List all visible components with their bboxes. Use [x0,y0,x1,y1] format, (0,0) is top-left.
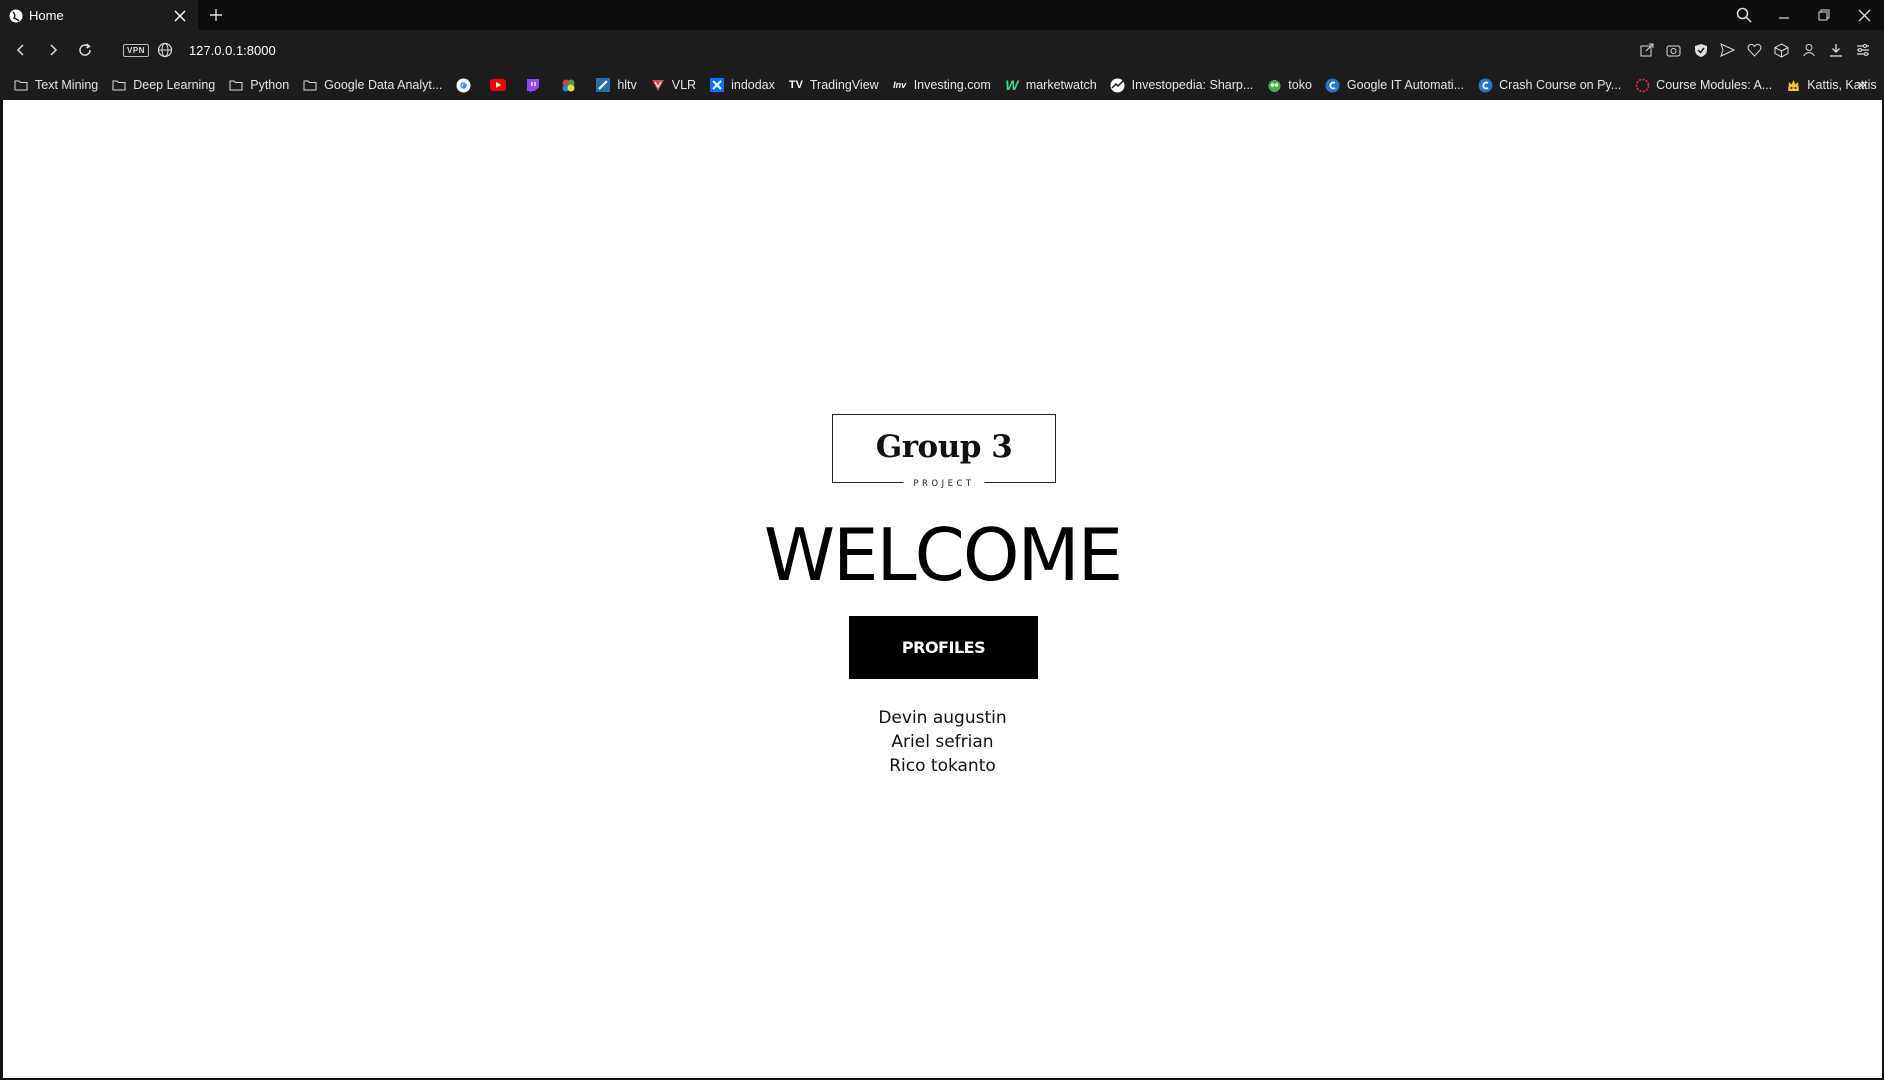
tradingview-icon: TV [788,79,803,91]
bookmark-tradingview[interactable]: TV TradingView [788,77,879,93]
tab-bar: Home [0,0,1884,31]
active-tab[interactable]: Home [0,0,198,31]
close-tab-icon[interactable] [168,4,192,28]
member-name: Ariel sefrian [891,732,994,752]
youtube-icon [490,77,507,93]
bookmark-label: TradingView [809,78,879,92]
member-name: Rico tokanto [889,756,996,776]
bookmark-label: Course Modules: A... [1656,78,1773,92]
bookmark-label: marketwatch [1025,78,1097,92]
easy-setup-menu-icon[interactable] [1849,35,1876,65]
bookmark-marketwatch[interactable]: W marketwatch [1004,77,1097,93]
welcome-heading: WELCOME [763,513,1123,597]
shield-icon[interactable] [1687,35,1714,65]
investopedia-icon [1110,77,1126,93]
vpn-badge[interactable]: VPN [123,43,149,57]
close-window-icon[interactable] [1844,0,1884,30]
folder-icon [302,77,318,93]
heart-icon[interactable] [1741,35,1768,65]
bookmark-toko[interactable]: toko [1266,77,1312,93]
bookmark-investopedia[interactable]: Investopedia: Sharp... [1110,77,1254,93]
globe-favicon-icon [9,9,23,23]
bookmark-label: Crash Course on Py... [1499,78,1622,92]
bookmark-google-it-automation[interactable]: Google IT Automati... [1325,77,1464,93]
bookmark-text-mining[interactable]: Text Mining [13,77,98,93]
folder-icon [13,77,29,93]
toko-icon [1266,77,1282,93]
bookmark-label: Kattis, Kattis [1807,78,1877,92]
snapshot-icon[interactable] [1660,35,1687,65]
bookmark-label: Python [250,78,290,92]
bookmark-label: Text Mining [35,78,99,92]
indodax-icon [709,77,725,93]
bookmark-label: Google IT Automati... [1346,78,1465,92]
member-list: Devin augustin Ariel sefrian Rico tokant… [3,706,1882,778]
site-info-icon[interactable] [157,42,173,58]
minimize-icon[interactable] [1764,0,1804,30]
toolbar-actions [1633,30,1876,70]
google-icon [455,77,471,93]
bookmark-course-modules[interactable]: Course Modules: A... [1634,77,1772,93]
bookmark-vlr[interactable]: VLR [650,77,696,93]
tab-title: Home [29,8,64,23]
page-viewport: Group 3 PROJECT WELCOME PROFILES Devin a… [3,100,1882,1078]
bookmark-deep-learning[interactable]: Deep Learning [111,77,215,93]
bookmark-crash-course-python[interactable]: Crash Course on Py... [1477,77,1621,93]
address-bar-row: VPN 127.0.0.1:8000 [0,30,1884,70]
kattis-icon [1785,77,1801,93]
coursera-icon [1477,77,1493,93]
download-icon[interactable] [1822,35,1849,65]
more-bookmarks-icon[interactable]: » [1858,76,1866,93]
bookmark-label: indodax [731,78,775,92]
reload-icon[interactable] [69,34,101,66]
vlr-icon [650,77,666,93]
new-tab-icon[interactable] [205,4,227,26]
bookmarks-bar: Text Mining Deep Learning Python Google … [0,70,1884,100]
course-modules-icon [1634,77,1650,93]
cube-icon[interactable] [1768,35,1795,65]
group-logo: Group 3 PROJECT [832,414,1056,489]
hltv-icon [595,77,611,93]
bookmark-google-data-analytics[interactable]: Google Data Analyt... [302,77,442,93]
bookmark-twitch[interactable] [525,77,547,93]
bookmark-label: Google Data Analyt... [324,78,443,92]
send-icon[interactable] [1714,35,1741,65]
logo-subtitle: PROJECT [903,479,985,489]
search-tabs-icon[interactable] [1724,0,1764,30]
bookmark-label: Investopedia: Sharp... [1131,78,1254,92]
window-controls [1724,0,1884,30]
bookmark-hltv[interactable]: hltv [595,77,637,93]
coursera-icon [1325,77,1341,93]
colorful-app-icon [560,77,576,93]
bookmark-colorful-app[interactable] [560,77,582,93]
investing-icon: Inv [893,80,907,90]
share-icon[interactable] [1633,35,1660,65]
restore-icon[interactable] [1804,0,1844,30]
bookmark-python[interactable]: Python [228,77,289,93]
marketwatch-icon: W [1005,77,1019,93]
forward-icon[interactable] [37,34,69,66]
logo-title: Group 3 [875,429,1013,465]
bookmark-label: Investing.com [913,78,991,92]
profile-icon[interactable] [1795,35,1822,65]
bookmark-indodax[interactable]: indodax [709,77,775,93]
bookmark-youtube[interactable] [490,77,512,93]
profiles-button[interactable]: PROFILES [849,616,1038,679]
folder-icon [111,77,127,93]
back-icon[interactable] [5,34,37,66]
url-field[interactable]: 127.0.0.1:8000 [189,43,276,58]
bookmark-label: hltv [617,78,637,92]
bookmark-label: Deep Learning [133,78,216,92]
bookmark-google[interactable] [455,77,477,93]
folder-icon [228,77,244,93]
bookmark-label: VLR [671,78,697,92]
twitch-icon [525,77,541,93]
bookmark-label: toko [1288,78,1312,92]
member-name: Devin augustin [878,708,1007,728]
bookmark-investing[interactable]: Inv Investing.com [892,77,991,93]
